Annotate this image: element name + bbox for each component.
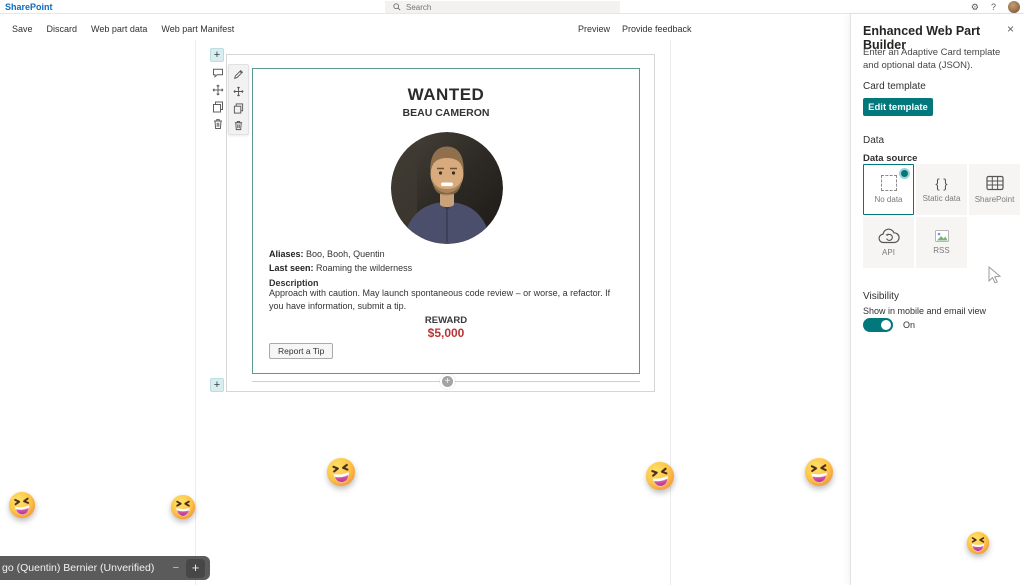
move-web-part-icon[interactable] — [232, 85, 245, 98]
card-template-label: Card template — [863, 81, 926, 92]
api-cloud-icon — [878, 228, 900, 244]
data-label: Data — [863, 135, 885, 146]
report-a-tip-button[interactable]: Report a Tip — [269, 343, 334, 359]
visibility-toggle-row: On — [863, 318, 915, 332]
last-seen-value: Roaming the wilderness — [316, 263, 413, 273]
laughing-emoji-glyph — [326, 457, 356, 487]
edit-template-button[interactable]: Edit template — [863, 98, 933, 116]
laughing-emoji — [803, 456, 835, 488]
delete-web-part-icon[interactable] — [232, 119, 245, 132]
web-part-property-panel: Enhanced Web Part Builder × Enter an Ada… — [850, 14, 1024, 585]
no-data-icon — [880, 175, 897, 191]
braces-icon: { } — [935, 175, 948, 191]
move-section-icon[interactable] — [211, 83, 224, 96]
avatar[interactable] — [1008, 1, 1020, 13]
laughing-emoji — [966, 531, 990, 555]
minus-icon[interactable]: − — [173, 562, 179, 574]
wanted-portrait-photo — [391, 132, 503, 244]
web-part-manifest-button[interactable]: Web part Manifest — [161, 24, 234, 34]
participant-name-tag: go (Quentin) Bernier (Unverified) − + — [0, 556, 210, 580]
aliases-row: Aliases: Boo, Booh, Quentin — [269, 249, 385, 259]
add-section-bottom-button[interactable]: + — [210, 378, 224, 392]
tile-label: RSS — [933, 246, 950, 255]
sharepoint-workbench: SharePoint ⚙ ? Save Discard Web part dat… — [0, 0, 1024, 585]
suite-bar: SharePoint ⚙ ? — [0, 0, 1024, 14]
visibility-toggle-label: Show in mobile and email view — [863, 306, 987, 316]
section-toolbar — [211, 66, 224, 130]
delete-section-icon[interactable] — [211, 117, 224, 130]
help-icon[interactable]: ? — [991, 2, 996, 12]
reward-amount: $5,000 — [427, 326, 465, 340]
data-source-tiles: No data { } Static data SharePoint API R… — [863, 164, 1020, 268]
web-part-toolbar — [228, 64, 249, 135]
save-button[interactable]: Save — [12, 24, 33, 34]
add-web-part-handle[interactable]: + — [440, 374, 455, 389]
search-icon — [393, 3, 401, 11]
laughing-emoji — [643, 459, 678, 494]
rss-broken-image-icon — [934, 230, 949, 242]
laughing-emoji-glyph — [645, 461, 675, 491]
tile-label: API — [882, 248, 895, 257]
command-bar-left: Save Discard Web part data Web part Mani… — [12, 24, 234, 34]
web-part-data-button[interactable]: Web part data — [91, 24, 147, 34]
discard-button[interactable]: Discard — [47, 24, 78, 34]
adaptive-card-web-part[interactable]: WANTED BEAU CAMERON Aliases: Boo, Booh, … — [252, 68, 640, 374]
toggle-state-label: On — [903, 320, 916, 330]
preview-button[interactable]: Preview — [578, 24, 610, 34]
laughing-emoji-glyph — [804, 457, 834, 487]
settings-gear-icon[interactable]: ⚙ — [971, 2, 979, 12]
aliases-value: Boo, Booh, Quentin — [306, 249, 385, 259]
sharepoint-logo[interactable]: SharePoint — [5, 2, 53, 12]
provide-feedback-button[interactable]: Provide feedback — [622, 24, 692, 34]
search-input[interactable] — [406, 2, 586, 12]
data-source-static-data[interactable]: { } Static data — [916, 164, 967, 215]
data-source-no-data[interactable]: No data — [863, 164, 914, 215]
wanted-title: WANTED — [407, 85, 485, 104]
data-source-rss[interactable]: RSS — [916, 217, 967, 268]
duplicate-web-part-icon[interactable] — [232, 102, 245, 115]
mobile-email-toggle[interactable] — [863, 318, 893, 332]
tile-label: No data — [874, 195, 903, 204]
command-bar-right: Preview Provide feedback — [578, 24, 692, 34]
wanted-name: BEAU CAMERON — [402, 107, 490, 119]
participant-name: go (Quentin) Bernier (Unverified) — [2, 562, 155, 574]
selected-radio-icon — [899, 168, 910, 179]
last-seen-label: Last seen: — [269, 263, 314, 273]
search-box[interactable] — [385, 1, 620, 13]
comment-icon[interactable] — [211, 66, 224, 79]
data-source-api[interactable]: API — [863, 217, 914, 268]
canvas-right-edge — [670, 40, 671, 585]
visibility-label: Visibility — [863, 291, 899, 302]
duplicate-section-icon[interactable] — [211, 100, 224, 113]
laughing-emoji — [7, 490, 38, 521]
laughing-emoji — [324, 455, 358, 489]
laughing-emoji-glyph — [170, 494, 196, 520]
data-source-label: Data source — [863, 153, 918, 164]
aliases-label: Aliases: — [269, 249, 304, 259]
laughing-emoji-glyph — [966, 531, 990, 555]
description-text: Approach with caution. May launch sponta… — [269, 288, 611, 312]
laughing-emoji-glyph — [8, 491, 36, 519]
laughing-emoji — [170, 494, 196, 520]
close-icon[interactable]: × — [1007, 22, 1014, 36]
sharepoint-list-icon — [985, 175, 1004, 191]
last-seen-row: Last seen: Roaming the wilderness — [269, 263, 412, 273]
edit-pencil-icon[interactable] — [232, 68, 245, 81]
panel-description: Enter an Adaptive Card template and opti… — [863, 47, 1001, 72]
data-source-sharepoint[interactable]: SharePoint — [969, 164, 1020, 215]
suite-bar-actions: ⚙ ? — [971, 0, 1020, 14]
reward-label: REWARD — [424, 315, 468, 326]
plus-icon[interactable]: + — [186, 558, 205, 578]
tile-label: Static data — [922, 193, 961, 203]
add-section-top-button[interactable]: + — [210, 48, 224, 62]
tile-label: SharePoint — [974, 195, 1015, 204]
